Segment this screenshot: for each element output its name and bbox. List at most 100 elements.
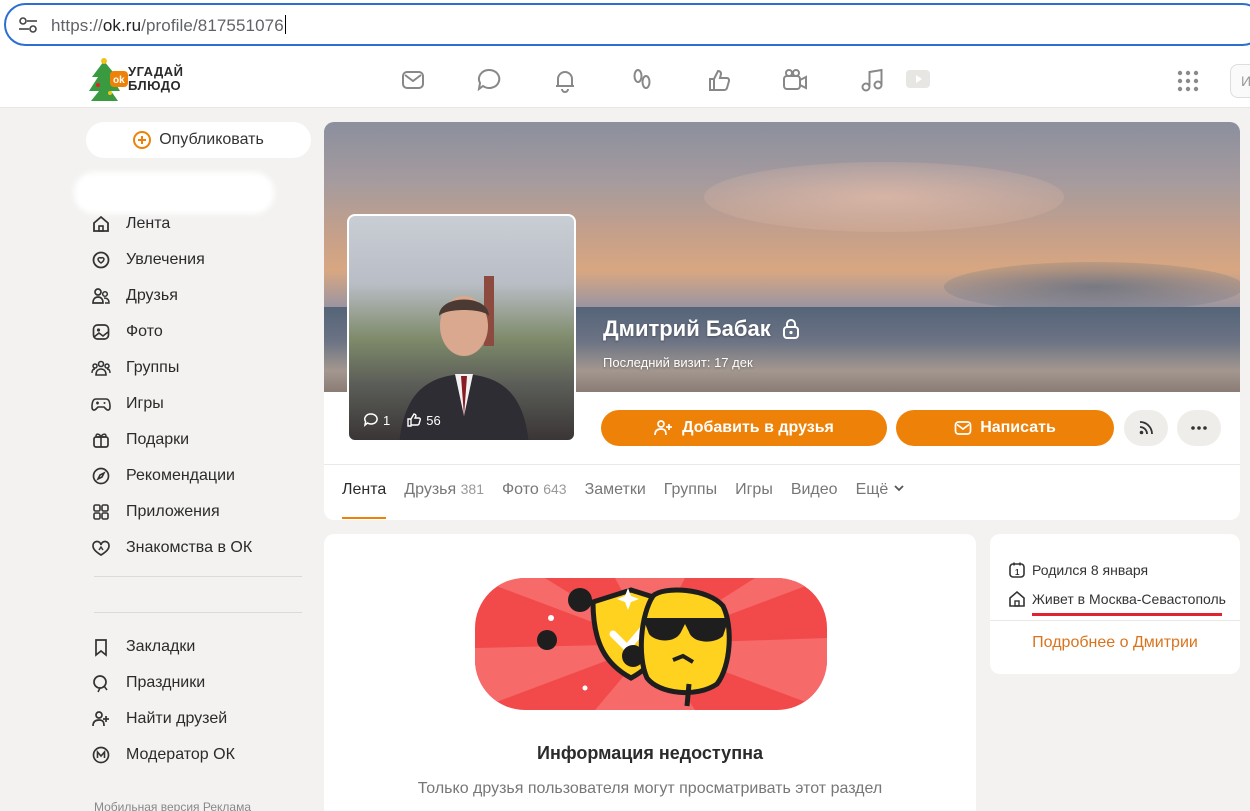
location-row: Живет в Москва-Севастополь [1008, 590, 1226, 608]
subscribe-button[interactable] [1124, 410, 1168, 446]
site-settings-icon[interactable] [18, 17, 38, 33]
more-actions-button[interactable] [1177, 410, 1221, 446]
friends-icon [90, 285, 112, 307]
sidebar-item-dating[interactable]: Знакомства в ОК [90, 530, 305, 566]
rss-icon [1139, 421, 1153, 435]
sidebar-item-friends[interactable]: Друзья [90, 278, 305, 314]
moderator-icon [90, 744, 112, 766]
live-video-icon[interactable] [904, 68, 932, 92]
add-friend-button[interactable]: Добавить в друзья [601, 410, 887, 446]
like-icon [407, 413, 422, 427]
tab-label: Заметки [584, 481, 646, 498]
home-icon [90, 213, 112, 235]
publish-button[interactable]: Опубликовать [86, 122, 311, 158]
sidebar-item-gifts[interactable]: Подарки [90, 422, 305, 458]
apps-icon [90, 501, 112, 523]
music-icon[interactable] [858, 66, 886, 94]
groups-icon [90, 357, 112, 379]
sidebar-item-recommendations[interactable]: Рекомендации [90, 458, 305, 494]
tab-friends[interactable]: Друзья 381 [404, 481, 484, 499]
sidebar-item-hobbies[interactable]: Увлечения [90, 242, 305, 278]
site-logo[interactable]: ok УГАДАЙ БЛЮДО [86, 55, 216, 105]
profile-name: Дмитрий Бабак [603, 316, 801, 342]
footer-links[interactable]: Мобильная версия Реклама [94, 800, 251, 811]
sidebar-item-moderator[interactable]: Модератор ОК [90, 737, 305, 773]
tab-count: 381 [460, 481, 484, 497]
sidebar-item-photo[interactable]: Фото [90, 314, 305, 350]
address-bar[interactable]: https://ok.ru/profile/817551076 [4, 3, 1250, 46]
tab-feed[interactable]: Лента [342, 481, 387, 519]
write-message-button[interactable]: Написать [896, 410, 1114, 446]
dating-icon [90, 537, 112, 559]
video-icon[interactable] [781, 66, 809, 94]
top-navigation: ok УГАДАЙ БЛЮДО И [0, 52, 1250, 108]
sidebar-item-holidays[interactable]: Праздники [90, 665, 305, 701]
sidebar-item-label: Лента [126, 215, 171, 232]
sidebar-item-groups[interactable]: Группы [90, 350, 305, 386]
avatar-likes[interactable]: 56 [406, 412, 441, 428]
notifications-icon[interactable] [551, 66, 579, 94]
lock-icon [782, 319, 799, 339]
guests-icon[interactable] [628, 66, 656, 94]
apps-grid-icon[interactable] [1176, 69, 1200, 93]
tab-groups[interactable]: Группы [664, 481, 717, 499]
tab-label: Игры [735, 481, 773, 498]
tab-label: Фото [501, 481, 539, 498]
sidebar-item-label: Группы [126, 359, 180, 376]
chevron-down-icon [894, 485, 904, 492]
url-text[interactable]: https://ok.ru/profile/817551076 [51, 15, 286, 36]
tab-photo[interactable]: Фото 643 [502, 481, 567, 499]
sidebar-divider [94, 576, 302, 577]
tree-logo-icon: ok [89, 58, 128, 101]
sidebar-item-label: Увлечения [126, 251, 205, 268]
messages-icon[interactable] [399, 66, 427, 94]
logo-text: УГАДАЙ БЛЮДО [128, 65, 184, 93]
tabs-divider [324, 464, 1240, 465]
last-visit: Последний визит: 17 дек [603, 355, 753, 370]
sidebar-item-label: Друзья [126, 287, 178, 304]
url-scheme: https:// [51, 16, 103, 35]
profile-name-text: Дмитрий Бабак [603, 316, 771, 341]
sidebar-menu-secondary: Закладки Праздники Найти друзей Модерато… [90, 629, 305, 773]
sidebar-item-bookmarks[interactable]: Закладки [90, 629, 305, 665]
sidebar-item-label: Закладки [126, 638, 196, 655]
add-friend-icon [90, 708, 112, 730]
tab-count: 643 [543, 481, 567, 497]
logo-line-1: УГАДАЙ [128, 64, 184, 79]
tab-label: Группы [663, 481, 718, 498]
write-message-label: Написать [980, 419, 1056, 436]
avatar-likes-count: 56 [426, 412, 441, 428]
user-menu-button[interactable]: И [1230, 64, 1250, 98]
gamepad-icon [90, 393, 112, 415]
tab-label: Лента [342, 481, 387, 498]
sidebar-item-label: Фото [126, 323, 163, 340]
sidebar-item-feed[interactable]: Лента [90, 206, 305, 242]
avatar-comments[interactable]: 1 [363, 412, 390, 428]
tab-more[interactable]: Ещё [856, 481, 905, 499]
plus-icon [133, 131, 152, 149]
text-caret [284, 15, 286, 34]
calendar-icon: 1 [1009, 562, 1025, 578]
sidebar-item-label: Подарки [126, 431, 190, 448]
tab-label: Друзья [404, 481, 457, 498]
photo-icon [90, 321, 112, 343]
cover-cloud [944, 262, 1240, 312]
tab-notes[interactable]: Заметки [585, 481, 646, 499]
compass-icon [90, 465, 112, 487]
events-like-icon[interactable] [705, 66, 733, 94]
logo-line-2: БЛЮДО [128, 78, 182, 93]
browser-toolbar: https://ok.ru/profile/817551076 [0, 0, 1250, 52]
sidebar-item-label: Игры [126, 395, 164, 412]
birthday-row: 1 Родился 8 января [1008, 561, 1148, 579]
envelope-icon [954, 421, 972, 435]
sidebar-item-games[interactable]: Игры [90, 386, 305, 422]
profile-avatar[interactable]: 1 56 [347, 214, 576, 442]
tab-games[interactable]: Игры [735, 481, 773, 499]
more-about-link[interactable]: Подробнее о Дмитрии [990, 634, 1240, 652]
publish-label: Опубликовать [159, 131, 264, 148]
avatar-comments-count: 1 [383, 412, 391, 428]
discussions-icon[interactable] [475, 66, 503, 94]
sidebar-item-apps[interactable]: Приложения [90, 494, 305, 530]
tab-video[interactable]: Видео [791, 481, 838, 499]
sidebar-item-find-friends[interactable]: Найти друзей [90, 701, 305, 737]
